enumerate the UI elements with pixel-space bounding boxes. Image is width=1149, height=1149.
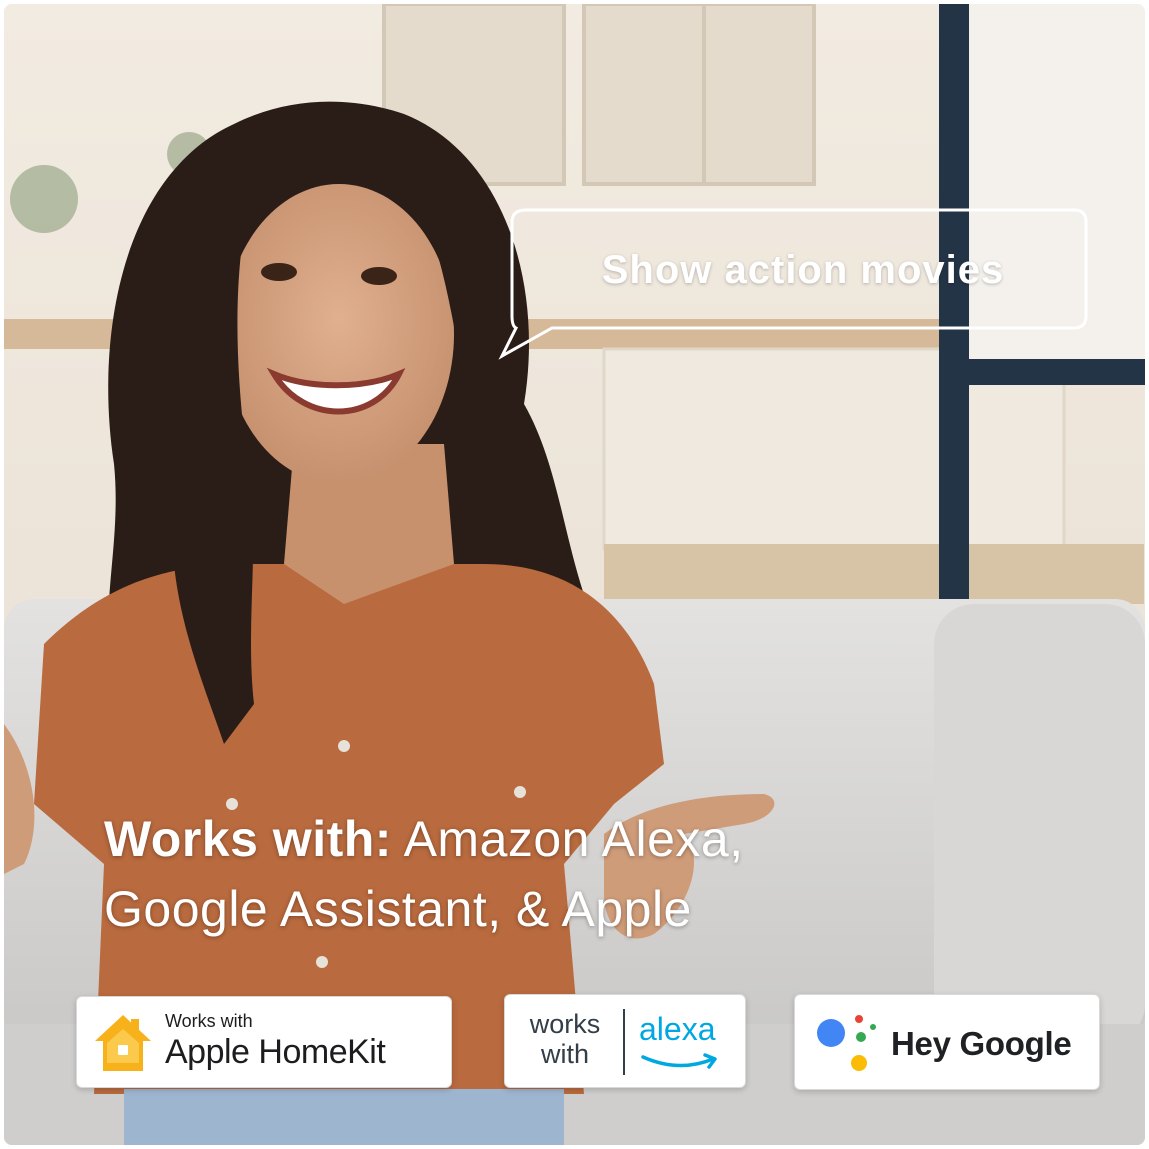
homekit-badge: Works with Apple HomeKit: [76, 996, 452, 1088]
shirt-button: [338, 740, 350, 752]
eye-right: [361, 267, 397, 285]
eye-left: [261, 263, 297, 281]
google-assistant-dots-icon: [817, 1015, 876, 1071]
homekit-big-label: Apple HomeKit: [165, 1033, 386, 1071]
alexa-badge: works with alexa: [504, 994, 746, 1088]
image-frame: Show action movies Works with: Amazon Al…: [4, 4, 1145, 1145]
kitchen-cabinet-right: [702, 4, 816, 186]
homekit-house-icon: [95, 1015, 151, 1071]
headline-line-1: Works with: Amazon Alexa,: [104, 804, 1004, 874]
jeans: [124, 1089, 564, 1145]
scene-photo: [4, 4, 1145, 1145]
homekit-small-label: Works with: [165, 1011, 253, 1031]
plant-left: [10, 165, 78, 233]
shirt-button: [316, 956, 328, 968]
kitchen-cabinet-mid: [582, 4, 706, 186]
alexa-divider: [623, 1009, 625, 1075]
headline-line-1-rest: Amazon Alexa,: [403, 811, 744, 867]
alexa-works-text: works: [529, 1009, 601, 1039]
google-badge: Hey Google: [794, 994, 1100, 1090]
headline-line-2: Google Assistant, & Apple: [104, 881, 692, 937]
headline-bold-label: Works with:: [104, 811, 392, 867]
face: [224, 184, 454, 484]
floor: [604, 544, 1144, 604]
window-frame-horizontal: [939, 359, 1145, 385]
alexa-with-text: with: [540, 1039, 589, 1069]
alexa-works-with-label: works with: [517, 1009, 613, 1069]
speech-bubble-text: Show action movies: [601, 247, 1005, 292]
works-with-headline: Works with: Amazon Alexa, Google Assista…: [104, 804, 1004, 944]
alexa-brand-label: alexa: [639, 1011, 716, 1047]
alexa-smile-arrow-icon: [641, 1053, 717, 1069]
hey-google-label: Hey Google: [891, 1025, 1072, 1062]
shirt-button: [514, 786, 526, 798]
